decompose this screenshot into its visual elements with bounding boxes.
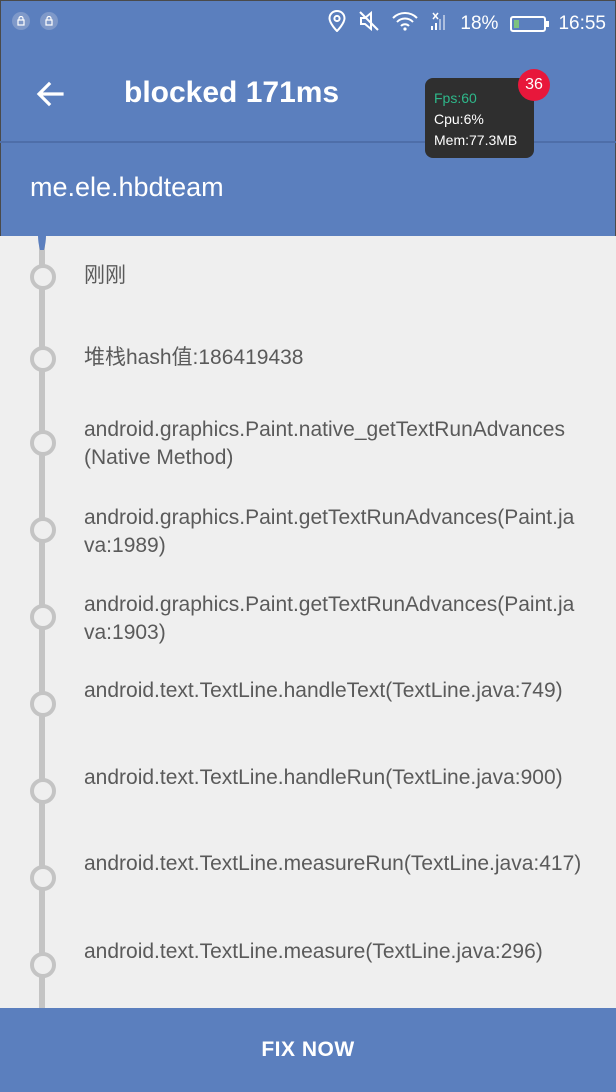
stack-frame-text: 刚刚 — [84, 264, 126, 287]
mem-readout: Mem:77.3MB — [434, 132, 518, 148]
stack-frame-text: android.graphics.Paint.native_getTextRun… — [84, 418, 565, 469]
stack-frame-text: 堆栈hash值:186419438 — [84, 346, 304, 369]
app-notification-icon — [40, 12, 58, 30]
mute-icon — [358, 10, 380, 38]
package-name: me.ele.hbdteam — [30, 172, 224, 202]
stack-frame-text: android.text.TextLine.handleText(TextLin… — [84, 679, 563, 702]
cpu-readout: Cpu:6% — [434, 111, 484, 127]
back-arrow-icon — [36, 81, 64, 107]
location-icon — [328, 9, 346, 38]
timeline-dot — [30, 604, 56, 630]
status-bar: 18% 16:55 — [0, 0, 616, 50]
page-title: blocked 171ms — [124, 76, 340, 109]
timeline-dot — [30, 691, 56, 717]
stack-frame-text: android.text.TextLine.measure(TextLine.j… — [84, 940, 543, 963]
timeline-dot — [30, 865, 56, 891]
timeline-dot — [30, 346, 56, 372]
performance-overlay[interactable]: Fps:60 Cpu:6% Mem:77.3MB — [425, 78, 534, 158]
wifi-icon — [392, 11, 419, 37]
fix-now-button[interactable]: FIX NOW — [0, 1008, 616, 1092]
timeline-dot — [30, 430, 56, 456]
timeline-dot — [30, 778, 56, 804]
back-button[interactable] — [28, 72, 72, 116]
stack-frame-text: android.graphics.Paint.getTextRunAdvance… — [84, 593, 575, 644]
timeline-dot — [30, 952, 56, 978]
stack-frame-text: android.graphics.Paint.getTextRunAdvance… — [84, 506, 575, 557]
clock: 16:55 — [558, 13, 606, 34]
signal-off-icon — [430, 10, 448, 38]
stack-trace-card[interactable]: 刚刚堆栈hash值:186419438 android.graphics.Pain… — [0, 236, 616, 1008]
timeline-dot — [30, 264, 56, 290]
battery-percent: 18% — [460, 13, 499, 34]
stack-frame-text: android.text.TextLine.handleRun(TextLine… — [84, 766, 563, 789]
stack-frame-text: android.text.TextLine.measureRun(TextLin… — [84, 852, 582, 875]
timeline-notch — [0, 236, 46, 250]
battery-icon — [510, 16, 550, 32]
block-count-badge: 36 — [518, 69, 550, 101]
timeline-dot — [30, 517, 56, 543]
app-notification-icon — [12, 12, 30, 30]
